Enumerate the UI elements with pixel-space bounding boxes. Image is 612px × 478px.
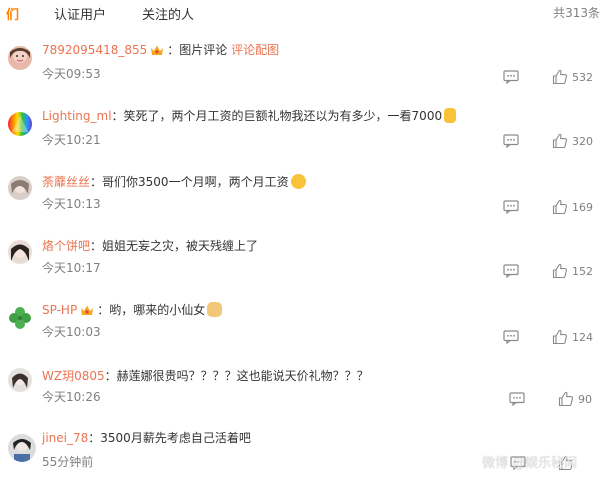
comment-text: 哥们你3500一个月啊，两个月工资 <box>102 175 289 189</box>
comment-item: 烙个饼吧：姐姐无妄之灾，被天残缠上了 今天10:17 152 <box>0 238 612 294</box>
comment-content: jinei_78：3500月薪先考虑自己活着吧 <box>42 430 251 446</box>
comment-time: 今天10:13 <box>42 197 101 211</box>
comment-text: 赫莲娜很贵吗？？？？这也能说天价礼物？？？ <box>116 369 369 383</box>
total-comment-count: 共313条 <box>553 6 600 20</box>
avatar[interactable] <box>8 112 32 136</box>
comment-filter-tabs: 们 认证用户 关注的人 共313条 <box>0 0 612 28</box>
avatar[interactable] <box>8 434 36 462</box>
comment-content: WZ玥0805：赫莲娜很贵吗？？？？这也能说天价礼物？？？ <box>42 368 369 384</box>
doge-emoji-icon <box>207 302 223 317</box>
like-count: 90 <box>578 393 592 406</box>
comment-username[interactable]: 荼蘼丝丝 <box>42 175 90 189</box>
tab-following[interactable]: 关注的人 <box>142 4 194 23</box>
reply-icon[interactable] <box>503 330 519 344</box>
reply-icon[interactable] <box>503 200 519 214</box>
like-icon[interactable] <box>552 329 568 345</box>
comment-content: 荼蘼丝丝：哥们你3500一个月啊，两个月工资 <box>42 174 306 190</box>
comment-time: 今天10:17 <box>42 261 101 275</box>
comment-content: 烙个饼吧：姐姐无妄之灾，被天残缠上了 <box>42 238 258 254</box>
comment-username[interactable]: SP-HP <box>42 303 77 317</box>
comment-image-link[interactable]: 评论配图 <box>231 43 279 57</box>
comment-item: WZ玥0805：赫莲娜很贵吗？？？？这也能说天价礼物？？？ 今天10:26 90 <box>0 368 612 424</box>
crown-badge-icon <box>150 44 164 56</box>
comment-separator: ： <box>90 175 103 189</box>
comment-text: 哟，哪来的小仙女 <box>109 303 206 317</box>
comment-time: 55分钟前 <box>42 455 94 469</box>
comment-time: 今天09:53 <box>42 67 101 81</box>
thumbs-up-emoji-icon <box>444 108 457 123</box>
laughing-emoji-icon <box>290 174 306 189</box>
comment-time: 今天10:03 <box>42 325 101 339</box>
avatar[interactable] <box>8 368 32 392</box>
avatar[interactable] <box>8 306 32 330</box>
tab-verified-users[interactable]: 认证用户 <box>54 4 106 23</box>
avatar[interactable] <box>8 46 32 70</box>
comment-separator: ： <box>88 431 101 445</box>
comment-content: 7892095418_855 ：图片评论 评论配图 <box>42 42 279 58</box>
reply-icon[interactable] <box>503 70 519 84</box>
comment-separator: ： <box>111 109 124 123</box>
comment-separator: ： <box>167 43 180 57</box>
comment-username[interactable]: 烙个饼吧 <box>42 239 90 253</box>
comment-text: 笑死了，两个月工资的巨额礼物我还以为有多少，一看7000 <box>123 109 443 123</box>
comment-content: Lighting_ml：笑死了，两个月工资的巨额礼物我还以为有多少，一看7000 <box>42 108 457 124</box>
like-icon[interactable] <box>558 391 574 407</box>
like-icon[interactable] <box>552 199 568 215</box>
like-count: 124 <box>572 331 593 344</box>
comment-item: Lighting_ml：笑死了，两个月工资的巨额礼物我还以为有多少，一看7000… <box>0 108 612 164</box>
comment-username[interactable]: WZ玥0805 <box>42 369 105 383</box>
like-count: 152 <box>572 265 593 278</box>
like-icon[interactable] <box>552 69 568 85</box>
tab-hot-comments[interactable]: 们 <box>6 4 19 23</box>
comment-item: SP-HP ：哟，哪来的小仙女 今天10:03 124 <box>0 302 612 358</box>
comment-text: 3500月薪先考虑自己活着吧 <box>100 431 251 445</box>
reply-icon[interactable] <box>503 264 519 278</box>
reply-icon[interactable] <box>503 134 519 148</box>
like-count: 532 <box>572 71 593 84</box>
like-icon[interactable] <box>552 133 568 149</box>
like-count: 169 <box>572 201 593 214</box>
comment-separator: ： <box>97 303 110 317</box>
comment-text: 姐姐无妄之灾，被天残缠上了 <box>102 239 259 253</box>
comment-text: 图片评论 <box>179 43 228 57</box>
comment-username[interactable]: Lighting_ml <box>42 109 112 123</box>
comment-time: 今天10:26 <box>42 390 101 404</box>
avatar[interactable] <box>8 240 32 264</box>
comment-content: SP-HP ：哟，哪来的小仙女 <box>42 302 223 318</box>
comment-separator: ： <box>104 369 117 383</box>
crown-badge-icon <box>80 304 94 316</box>
weibo-watermark: 微博 @娱乐秘闻 <box>482 456 578 471</box>
comment-item: 7892095418_855 ：图片评论 评论配图 今天09:53 532 <box>0 42 612 98</box>
comment-username[interactable]: 7892095418_855 <box>42 43 147 57</box>
reply-icon[interactable] <box>509 392 525 406</box>
comment-separator: ： <box>90 239 103 253</box>
comment-item: 荼蘼丝丝：哥们你3500一个月啊，两个月工资 今天10:13 169 <box>0 174 612 230</box>
comment-username[interactable]: jinei_78 <box>42 431 88 445</box>
like-icon[interactable] <box>552 263 568 279</box>
comment-time: 今天10:21 <box>42 133 101 147</box>
like-count: 320 <box>572 135 593 148</box>
avatar[interactable] <box>8 176 32 200</box>
